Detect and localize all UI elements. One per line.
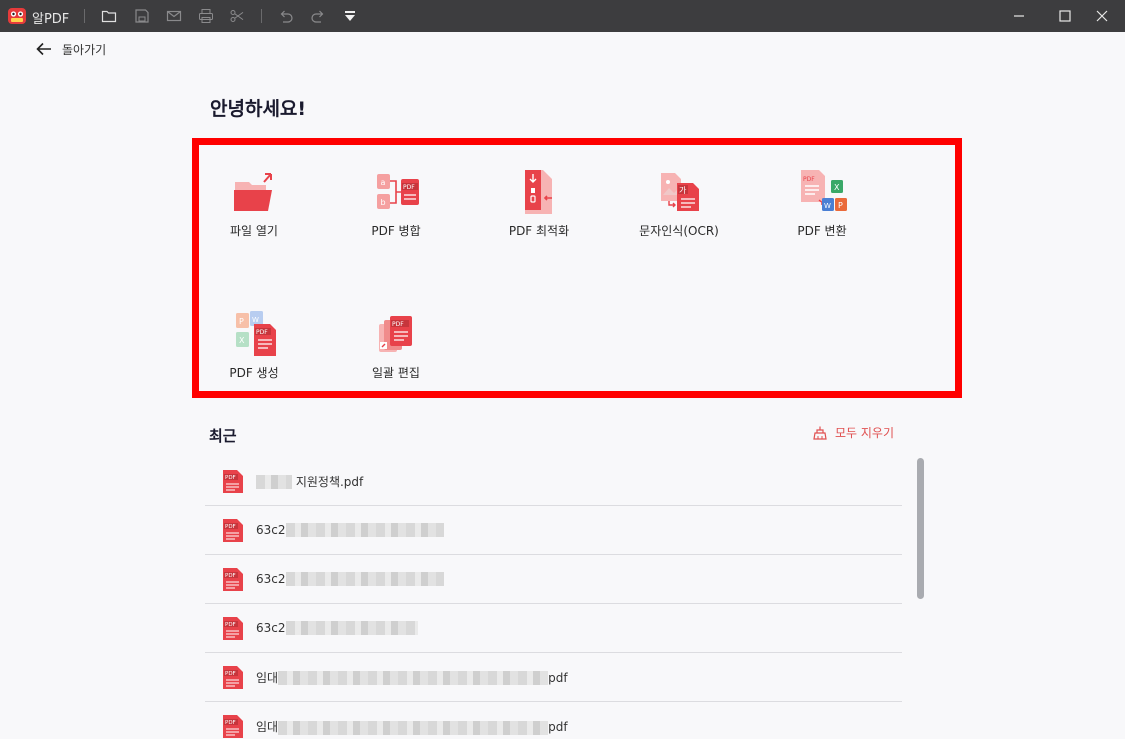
pdf-file-icon: PDF (222, 665, 244, 690)
svg-text:PDF: PDF (403, 184, 415, 191)
svg-text:PDF: PDF (225, 524, 236, 530)
svg-text:P: P (838, 201, 843, 210)
scrollbar-thumb[interactable] (917, 458, 924, 599)
convert-pdf-icon: PDF X W P (797, 168, 847, 216)
recent-file-row[interactable]: PDF 63c2 (205, 506, 902, 555)
svg-text:PDF: PDF (803, 176, 815, 183)
file-name: 63c2 (256, 523, 444, 538)
tool-label: PDF 생성 (229, 364, 278, 381)
svg-text:PDF: PDF (225, 720, 236, 726)
create-pdf-icon: P W X PDF (228, 310, 280, 358)
file-name: 63c2 (256, 572, 444, 587)
svg-text:PDF: PDF (392, 321, 404, 328)
svg-text:PDF: PDF (225, 622, 236, 628)
svg-text:b: b (381, 198, 386, 207)
folder-icon[interactable] (100, 7, 118, 25)
clear-all-label: 모두 지우기 (835, 424, 894, 441)
back-label: 돌아가기 (62, 41, 106, 58)
print-icon[interactable] (197, 7, 215, 25)
svg-text:가: 가 (679, 186, 687, 195)
recent-file-row[interactable]: PDF 임대 pdf (205, 653, 902, 702)
clear-all-button[interactable]: 모두 지우기 (812, 424, 894, 441)
tool-convert-pdf[interactable]: PDF X W P PDF 변환 (762, 166, 882, 246)
file-name-suffix: pdf (548, 720, 567, 734)
tool-label: 일괄 편집 (372, 364, 420, 381)
ocr-icon: 가 (655, 169, 703, 215)
close-icon[interactable] (1079, 0, 1125, 32)
tool-label: 파일 열기 (230, 222, 278, 239)
tool-batch-edit[interactable]: PDF 일괄 편집 (336, 308, 456, 388)
svg-text:PDF: PDF (225, 573, 236, 579)
optimize-pdf-icon (517, 168, 561, 216)
recent-title: 최근 (209, 425, 237, 446)
tool-label: PDF 병합 (371, 222, 420, 239)
svg-text:PDF: PDF (225, 671, 236, 677)
title-bar: 알PDF (0, 0, 1125, 32)
redacted-text (286, 621, 418, 635)
recent-file-list: PDF 지원정책.pdf PDF 63c2 PDF 63c2 PDF 63c2 … (205, 457, 902, 739)
app-logo-icon (6, 5, 28, 27)
open-file-icon (230, 170, 278, 214)
recent-file-row[interactable]: PDF 지원정책.pdf (205, 457, 902, 506)
merge-pdf-icon: a b PDF (371, 170, 421, 214)
svg-text:W: W (252, 316, 259, 324)
redacted-text (278, 671, 548, 685)
svg-text:X: X (834, 183, 840, 192)
svg-text:a: a (381, 178, 386, 187)
file-name-prefix: 63c2 (256, 621, 286, 635)
file-name-prefix: 임대 (256, 720, 278, 734)
greeting-title: 안녕하세요! (210, 94, 306, 121)
pdf-file-icon: PDF (222, 518, 244, 543)
recent-file-row[interactable]: PDF 63c2 (205, 604, 902, 653)
file-name-prefix: 63c2 (256, 523, 286, 537)
tools-panel: 파일 열기 a b PDF PDF 병합 (192, 138, 962, 398)
arrow-left-icon (36, 42, 52, 56)
scissors-icon[interactable] (228, 7, 246, 25)
tool-ocr[interactable]: 가 문자인식(OCR) (619, 166, 739, 246)
tool-open-file[interactable]: 파일 열기 (194, 166, 314, 246)
svg-text:X: X (239, 336, 245, 345)
redacted-text (278, 721, 548, 735)
pdf-file-icon: PDF (222, 567, 244, 592)
file-name-suffix: 지원정책.pdf (296, 475, 363, 489)
redacted-text (286, 572, 444, 586)
pdf-file-icon: PDF (222, 469, 244, 494)
tool-merge-pdf[interactable]: a b PDF PDF 병합 (336, 166, 456, 246)
batch-edit-icon: PDF (372, 312, 420, 356)
tool-label: 문자인식(OCR) (639, 222, 719, 239)
svg-text:P: P (239, 317, 244, 326)
pdf-file-icon: PDF (222, 714, 244, 739)
tool-optimize-pdf[interactable]: PDF 최적화 (479, 166, 599, 246)
tool-label: PDF 최적화 (509, 222, 569, 239)
file-name: 지원정책.pdf (256, 473, 363, 490)
svg-text:PDF: PDF (225, 475, 236, 481)
mail-icon[interactable] (165, 7, 183, 25)
app-name: 알PDF (32, 8, 69, 27)
toolbar-divider (84, 9, 85, 23)
file-name: 임대 pdf (256, 718, 568, 735)
pdf-file-icon: PDF (222, 616, 244, 641)
file-name: 임대 pdf (256, 669, 568, 686)
minimize-icon[interactable] (996, 0, 1042, 32)
svg-text:PDF: PDF (256, 329, 268, 336)
dropdown-icon[interactable] (341, 7, 359, 25)
redacted-text (286, 523, 444, 537)
svg-text:W: W (824, 202, 831, 210)
file-name-prefix: 임대 (256, 671, 278, 685)
tool-label: PDF 변환 (797, 222, 846, 239)
redo-icon[interactable] (309, 7, 327, 25)
toolbar-divider (261, 9, 262, 23)
back-button[interactable]: 돌아가기 (36, 38, 106, 60)
file-name: 63c2 (256, 621, 418, 636)
redacted-text (256, 475, 292, 489)
file-name-prefix: 63c2 (256, 572, 286, 586)
recent-file-row[interactable]: PDF 임대 pdf (205, 702, 902, 739)
recent-file-row[interactable]: PDF 63c2 (205, 555, 902, 604)
file-name-suffix: pdf (548, 671, 567, 685)
save-icon[interactable] (133, 7, 151, 25)
tool-create-pdf[interactable]: P W X PDF PDF 생성 (194, 308, 314, 388)
undo-icon[interactable] (277, 7, 295, 25)
broom-icon (812, 425, 828, 441)
